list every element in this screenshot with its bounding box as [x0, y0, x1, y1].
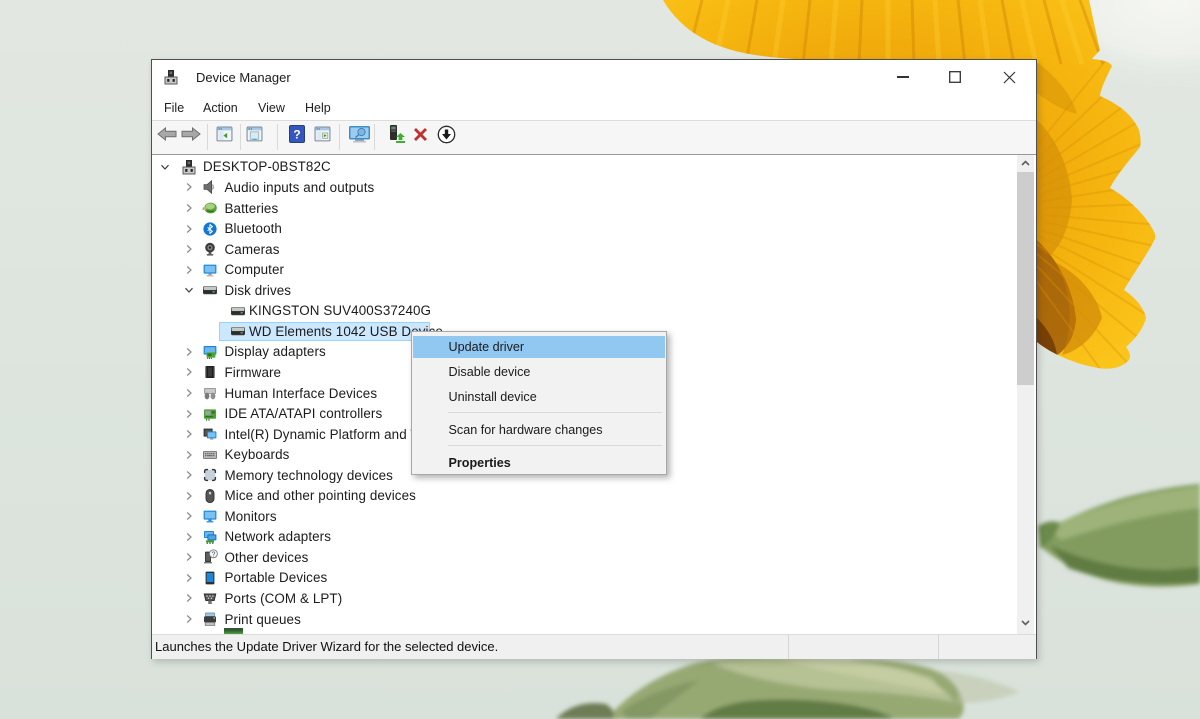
svg-text:?: ? [293, 128, 300, 142]
svg-text:?: ? [211, 552, 215, 559]
